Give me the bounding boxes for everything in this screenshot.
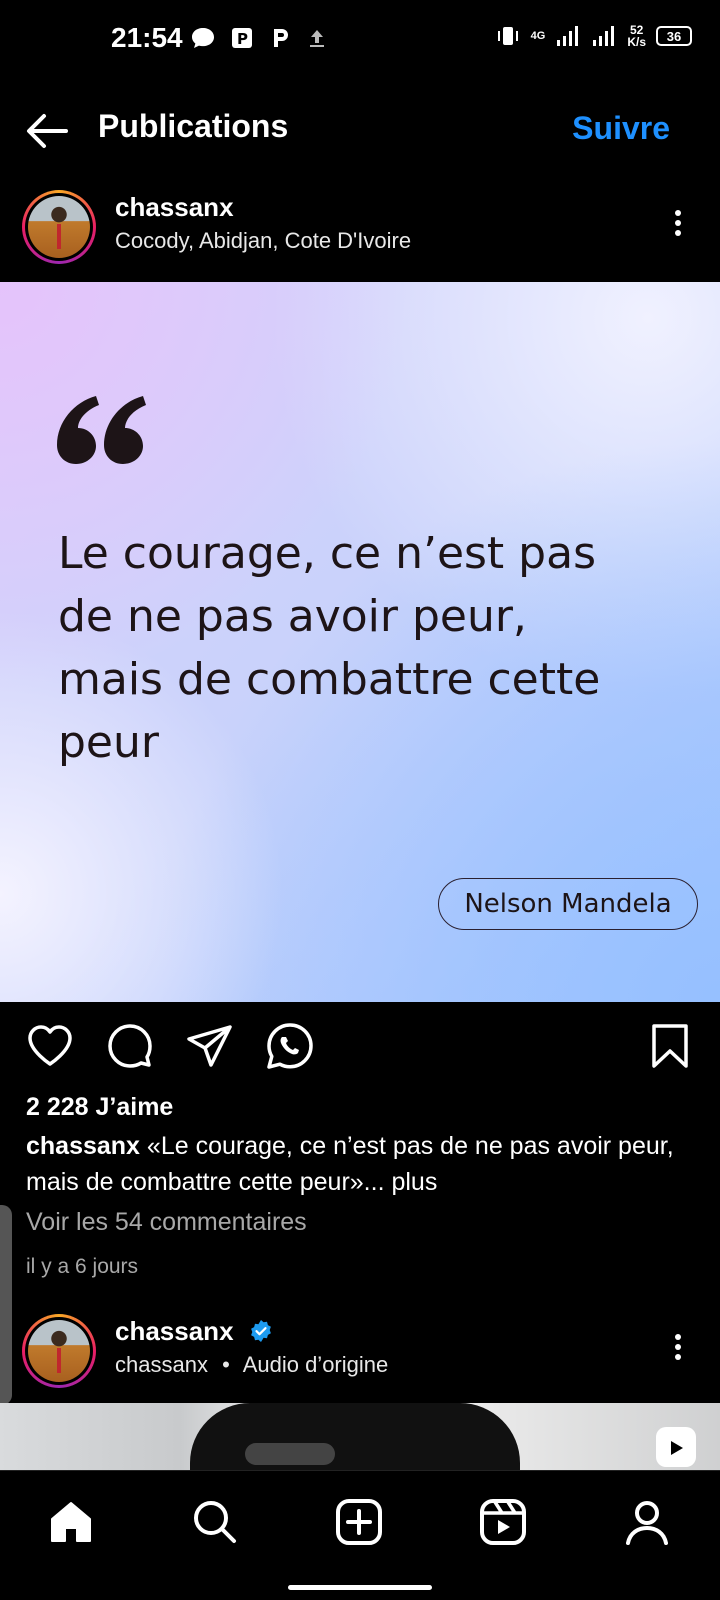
vibrate-icon xyxy=(497,27,518,45)
more-options-icon[interactable] xyxy=(666,206,690,246)
quote-text: Le courage, ce n’est pas de ne pas avoir… xyxy=(58,528,601,768)
post-location[interactable]: Cocody, Abidjan, Cote D'Ivoire xyxy=(115,228,411,254)
profile-icon[interactable] xyxy=(622,1497,672,1547)
avatar[interactable] xyxy=(22,190,96,264)
network-type-label: 4G xyxy=(530,30,546,42)
bottom-navigation xyxy=(0,1470,720,1600)
post-image[interactable]: Le courage, ce n’est pas de ne pas avoir… xyxy=(0,282,720,1002)
status-bar: 21:54 P 4G 52 K/s 36 xyxy=(0,0,720,80)
view-comments-link[interactable]: Voir les 54 commentaires xyxy=(26,1208,307,1237)
heart-icon[interactable] xyxy=(24,1020,76,1072)
home-icon[interactable] xyxy=(46,1497,96,1547)
svg-text:P: P xyxy=(237,30,248,48)
next-post-media[interactable] xyxy=(0,1403,720,1470)
search-icon[interactable] xyxy=(190,1497,240,1547)
post-actions xyxy=(0,1020,720,1080)
signal-2-icon xyxy=(593,26,615,46)
status-time: 21:54 xyxy=(111,22,183,53)
chat-notification-icon xyxy=(192,28,214,48)
create-icon[interactable] xyxy=(334,1497,384,1547)
network-speed: 52 K/s xyxy=(627,24,646,48)
more-options-icon[interactable] xyxy=(666,1330,690,1370)
signal-icon xyxy=(557,26,579,46)
caption-username[interactable]: chassanx xyxy=(26,1132,140,1160)
status-system-icons: 4G 52 K/s 36 xyxy=(495,24,692,48)
likes-count[interactable]: 2 228 J’aime xyxy=(26,1093,173,1122)
battery-indicator: 36 xyxy=(656,26,692,46)
whatsapp-icon[interactable] xyxy=(264,1020,316,1072)
audio-separator: • xyxy=(222,1352,230,1377)
upload-icon xyxy=(310,30,324,47)
back-arrow-icon[interactable] xyxy=(22,106,72,156)
comment-icon[interactable] xyxy=(104,1020,156,1072)
audio-user: chassanx xyxy=(115,1352,208,1377)
next-post-username-row: chassanx xyxy=(115,1316,273,1347)
home-indicator[interactable] xyxy=(288,1585,432,1590)
page-title: Publications xyxy=(98,108,289,144)
parking-app-icon: P xyxy=(232,28,252,48)
p-app-icon xyxy=(274,29,288,47)
caption-more-link[interactable]: plus xyxy=(385,1168,437,1196)
top-app-bar: Publications Suivre xyxy=(0,90,720,170)
reels-icon[interactable] xyxy=(478,1497,528,1547)
quote-mark-icon xyxy=(57,396,146,464)
post-timestamp: il y a 6 jours xyxy=(26,1255,139,1278)
send-icon[interactable] xyxy=(184,1020,236,1072)
next-post-header: chassanx chassanx • Audio d’origine xyxy=(0,1306,720,1396)
post-caption: chassanx «Le courage, ce n’est pas de ne… xyxy=(26,1128,696,1200)
audio-label: Audio d’origine xyxy=(242,1352,389,1377)
avatar[interactable] xyxy=(22,1314,96,1388)
follow-button[interactable]: Suivre xyxy=(572,110,670,147)
verified-badge-icon xyxy=(250,1320,271,1342)
post-header: chassanx Cocody, Abidjan, Cote D'Ivoire xyxy=(0,182,720,272)
next-post-audio[interactable]: chassanx • Audio d’origine xyxy=(115,1352,388,1378)
network-speed-unit: K/s xyxy=(627,35,646,49)
reels-badge-icon xyxy=(656,1427,696,1467)
post-username[interactable]: chassanx xyxy=(115,192,234,223)
status-notification-icons: P xyxy=(190,26,328,50)
next-post-username[interactable]: chassanx xyxy=(115,1316,234,1346)
bookmark-icon[interactable] xyxy=(644,1020,696,1072)
quote-author: Nelson Mandela xyxy=(438,878,698,930)
